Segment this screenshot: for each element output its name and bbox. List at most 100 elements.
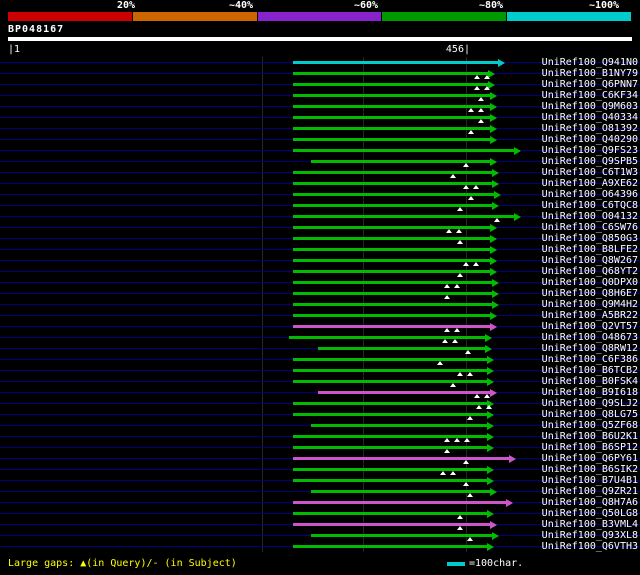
alignment-label[interactable]: UniRef100_B6TCB2 [542,365,638,376]
alignment-row: UniRef100_C6F386 [0,354,640,365]
alignment-label[interactable]: UniRef100_Q8W267 [542,255,638,266]
alignment-label[interactable]: UniRef100_A5BR22 [542,310,638,321]
alignment-label[interactable]: UniRef100_Q9SPB5 [542,156,638,167]
alignment-label[interactable]: UniRef100_Q68YT2 [542,266,638,277]
alignment-label[interactable]: UniRef100_Q9SLJ2 [542,398,638,409]
alignment-bar[interactable] [293,380,487,383]
alignment-row: UniRef100_C6TQC8 [0,200,640,211]
alignment-bar-arrowhead [490,103,497,111]
alignment-label[interactable]: UniRef100_C6T1W3 [542,167,638,178]
alignment-label[interactable]: UniRef100_Q6PY61 [542,453,638,464]
alignment-label[interactable]: UniRef100_C6F386 [542,354,638,365]
alignment-bar[interactable] [293,281,492,284]
alignment-label[interactable]: UniRef100_Q9M4H2 [542,299,638,310]
alignment-row: UniRef100_Q6PNN7 [0,79,640,90]
alignment-bar[interactable] [293,501,506,504]
alignment-label[interactable]: UniRef100_Q8LG75 [542,409,638,420]
alignment-label[interactable]: UniRef100_B6U2K1 [542,431,638,442]
alignment-row: UniRef100_C6KF34 [0,90,640,101]
alignment-bar[interactable] [293,402,487,405]
scale-legend-bar [447,562,465,566]
alignment-bar[interactable] [293,545,487,548]
alignment-label[interactable]: UniRef100_Q0DPX0 [542,277,638,288]
alignment-row: UniRef100_Q40290 [0,134,640,145]
alignment-label[interactable]: UniRef100_Q8H7A6 [542,497,638,508]
alignment-bar-arrowhead [490,389,497,397]
alignment-bar[interactable] [293,193,494,196]
alignment-label[interactable]: UniRef100_Q50LG8 [542,508,638,519]
alignment-bar[interactable] [293,248,490,251]
alignment-label[interactable]: UniRef100_C6SW76 [542,222,638,233]
alignment-bar[interactable] [293,479,487,482]
identity-key-label: ~100% [589,0,619,11]
alignment-label[interactable]: UniRef100_B8LFE2 [542,244,638,255]
alignment-label[interactable]: UniRef100_Q8H6E7 [542,288,638,299]
alignment-label[interactable]: UniRef100_B7U4B1 [542,475,638,486]
alignment-label[interactable]: UniRef100_O64396 [542,189,638,200]
alignment-bar[interactable] [293,215,514,218]
alignment-label[interactable]: UniRef100_Q40334 [542,112,638,123]
alignment-label[interactable]: UniRef100_O81392 [542,123,638,134]
alignment-label[interactable]: UniRef100_B6SP12 [542,442,638,453]
alignment-bar[interactable] [293,446,487,449]
alignment-row: UniRef100_Q6PY61 [0,453,640,464]
alignment-bar[interactable] [293,314,490,317]
alignment-label[interactable]: UniRef100_Q5ZF68 [542,420,638,431]
alignment-label[interactable]: UniRef100_Q941N0 [542,57,638,68]
alignment-row: UniRef100_Q6VTH3 [0,541,640,552]
alignment-bar[interactable] [293,116,490,119]
alignment-label[interactable]: UniRef100_Q40290 [542,134,638,145]
alignment-bar[interactable] [293,259,490,262]
alignment-bar[interactable] [293,468,487,471]
alignment-bar[interactable] [293,149,514,152]
alignment-label[interactable]: UniRef100_C6TQC8 [542,200,638,211]
alignment-label[interactable]: UniRef100_Q9ZR21 [542,486,638,497]
scale-legend-label: =100char. [469,558,523,569]
alignment-bar[interactable] [311,534,492,537]
alignment-row: UniRef100_B7U4B1 [0,475,640,486]
alignment-label[interactable]: UniRef100_Q9FS23 [542,145,638,156]
alignment-label[interactable]: UniRef100_B6SIK2 [542,464,638,475]
alignment-bar[interactable] [293,138,490,141]
alignment-label[interactable]: UniRef100_Q2VT57 [542,321,638,332]
alignment-bar[interactable] [293,457,509,460]
alignment-label[interactable]: UniRef100_B9I618 [542,387,638,398]
alignment-bar[interactable] [293,413,487,416]
alignment-row: UniRef100_B6SIK2 [0,464,640,475]
alignment-label[interactable]: UniRef100_Q9M603 [542,101,638,112]
alignment-bar[interactable] [311,490,490,493]
alignment-label[interactable]: UniRef100_C6KF34 [542,90,638,101]
alignment-bar[interactable] [293,94,490,97]
alignment-label[interactable]: UniRef100_Q850G3 [542,233,638,244]
alignment-bar[interactable] [293,358,487,361]
alignment-bar[interactable] [318,391,490,394]
alignment-label[interactable]: UniRef100_A9XE62 [542,178,638,189]
alignment-bar-arrowhead [487,367,494,375]
alignment-bar-arrowhead [487,356,494,364]
alignment-label[interactable]: UniRef100_Q93XL8 [542,530,638,541]
alignment-bar-arrowhead [492,202,499,210]
alignment-label[interactable]: UniRef100_B0FSK4 [542,376,638,387]
alignment-bar[interactable] [293,303,492,306]
alignment-label[interactable]: UniRef100_O48673 [542,332,638,343]
alignment-label[interactable]: UniRef100_O04132 [542,211,638,222]
alignment-bar-arrowhead [490,246,497,254]
alignment-bar[interactable] [293,83,488,86]
alignment-bar-arrowhead [490,114,497,122]
alignment-bar[interactable] [293,61,498,64]
alignment-bar[interactable] [293,127,490,130]
alignment-bar[interactable] [293,325,490,328]
alignment-label[interactable]: UniRef100_Q6PNN7 [542,79,638,90]
alignment-bar[interactable] [293,292,492,295]
alignment-label[interactable]: UniRef100_Q6VTH3 [542,541,638,552]
alignment-bar[interactable] [318,347,485,350]
alignment-bar[interactable] [293,72,488,75]
alignment-label[interactable]: UniRef100_B3VML4 [542,519,638,530]
alignment-label[interactable]: UniRef100_B1NY79 [542,68,638,79]
alignment-row: UniRef100_Q9SPB5 [0,156,640,167]
alignment-label[interactable]: UniRef100_Q8RW12 [542,343,638,354]
alignment-bar[interactable] [311,424,487,427]
identity-key-label: 20% [117,0,135,11]
alignment-bar[interactable] [293,105,490,108]
alignment-bar[interactable] [293,171,492,174]
